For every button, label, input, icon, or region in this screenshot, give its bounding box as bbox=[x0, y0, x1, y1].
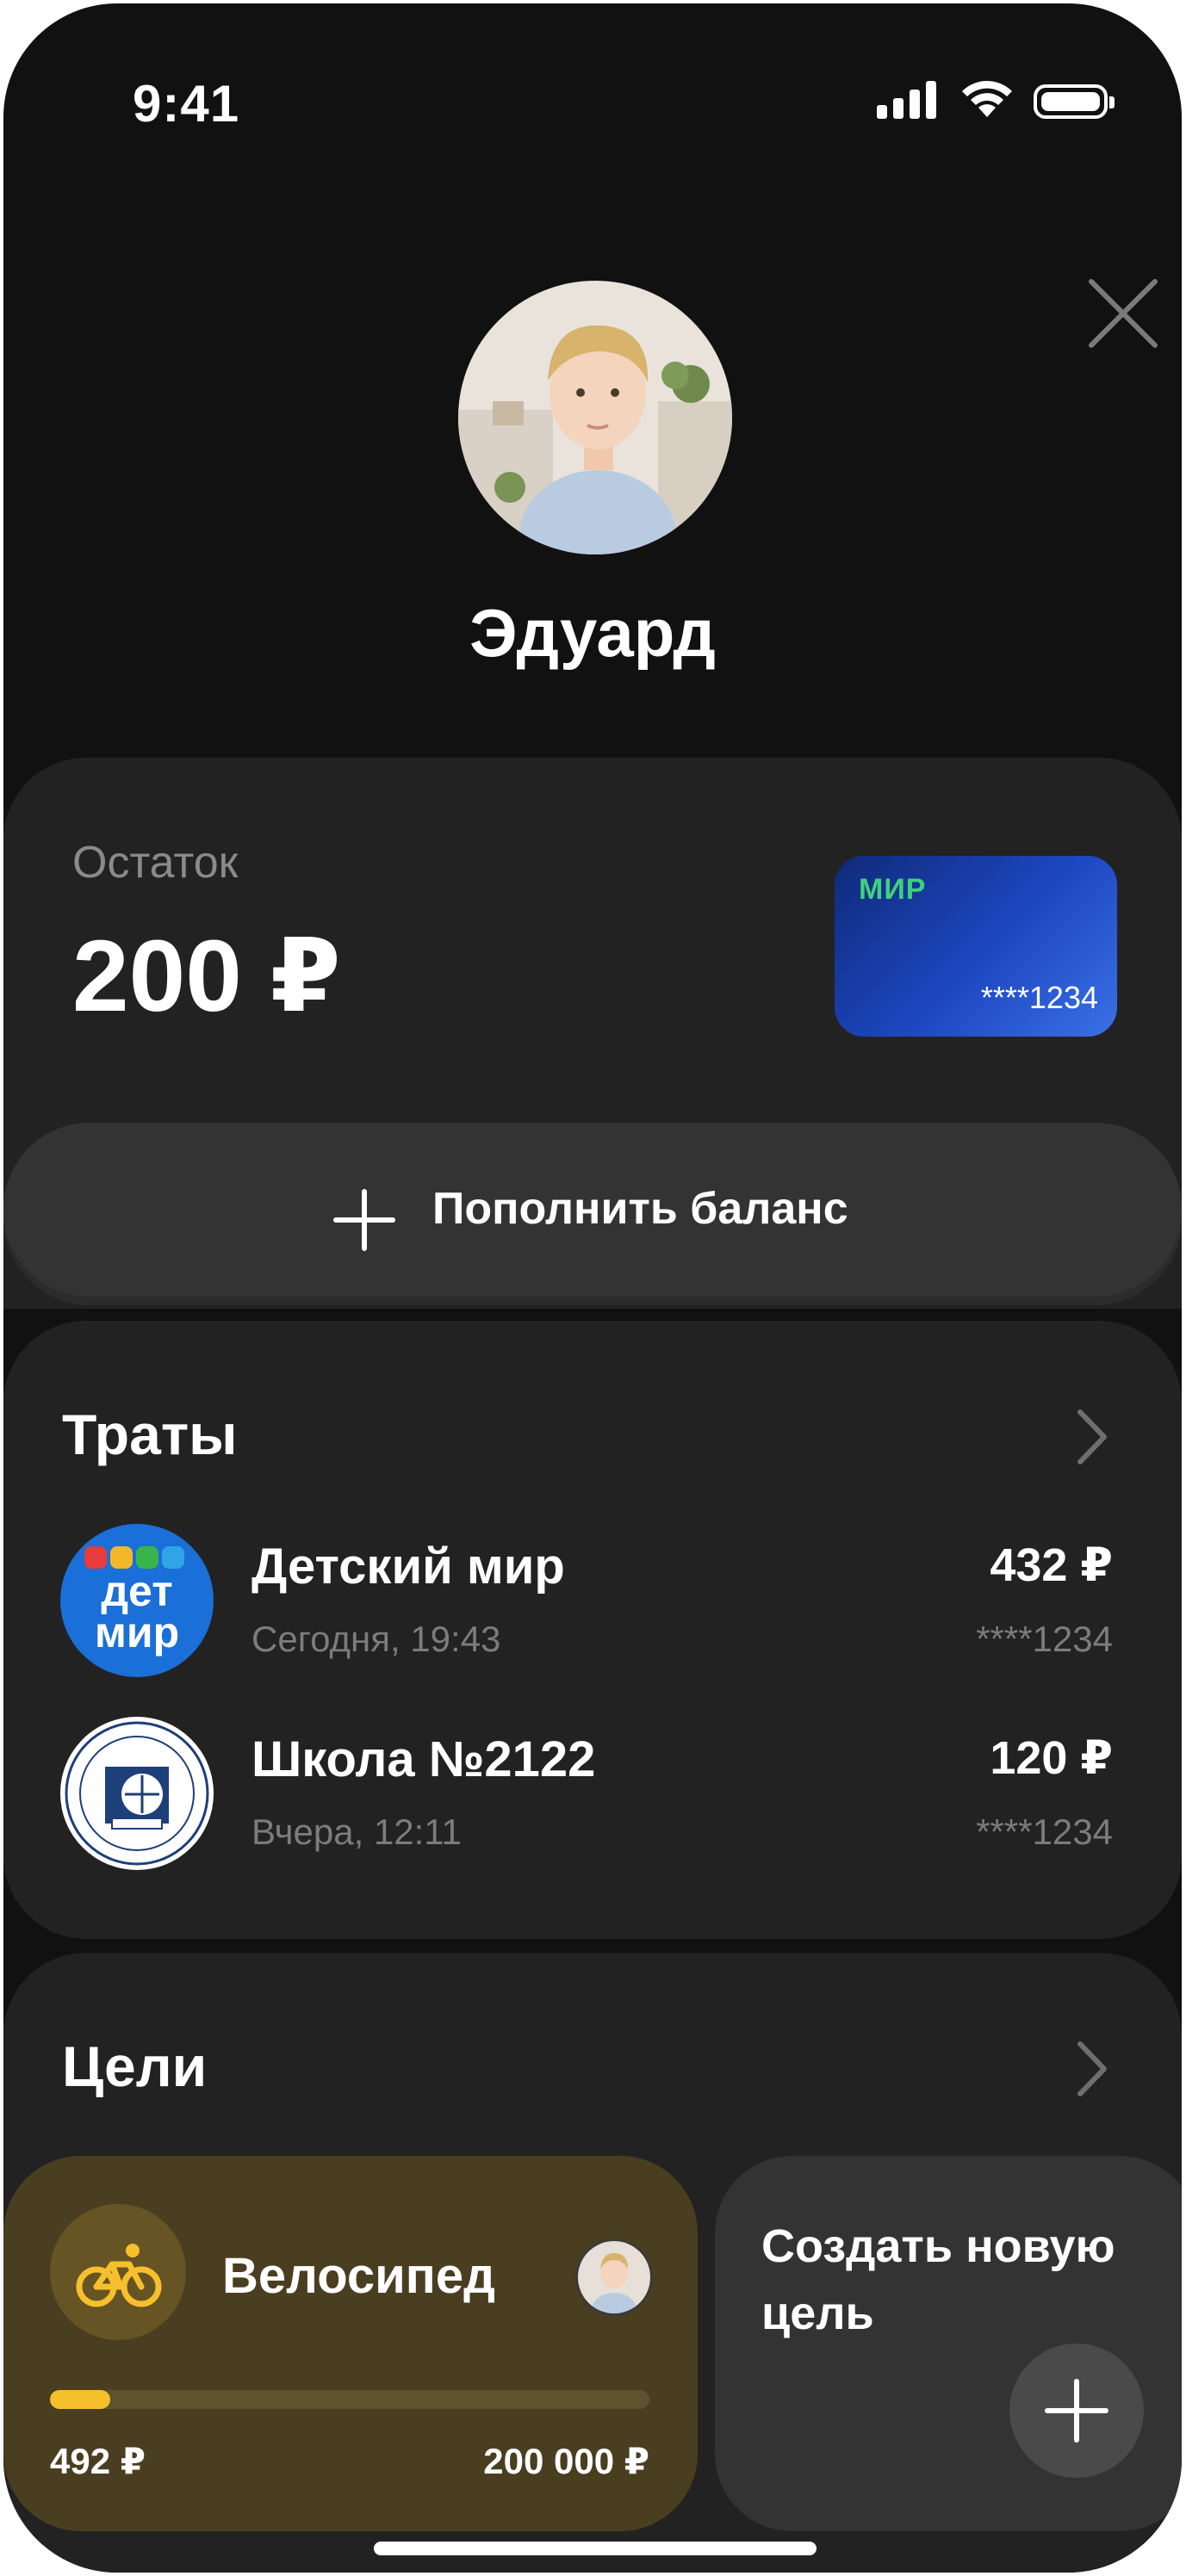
cellular-signal-icon bbox=[877, 81, 936, 119]
transaction-date: Вчера, 12:11 bbox=[251, 1811, 462, 1852]
balance-value: 200 ₽ bbox=[72, 920, 341, 1033]
home-indicator[interactable] bbox=[374, 2542, 817, 2555]
create-goal-label: Создать новую цель bbox=[761, 2220, 1115, 2339]
plus-icon bbox=[1045, 2379, 1108, 2443]
card-brand-logo: МИР bbox=[859, 873, 927, 906]
transaction-title[interactable]: Школа №2122 bbox=[251, 1731, 595, 1788]
battery-icon bbox=[1034, 84, 1115, 119]
avatar bbox=[458, 281, 732, 554]
school-emblem-icon bbox=[60, 1717, 214, 1870]
close-icon[interactable] bbox=[1084, 275, 1162, 352]
transaction-title[interactable]: Детский мир bbox=[251, 1538, 565, 1595]
goal-current-amount: 492 ₽ bbox=[50, 2441, 146, 2481]
transaction-date: Сегодня, 19:43 bbox=[251, 1619, 501, 1659]
transaction-amount: 120 ₽ bbox=[990, 1732, 1113, 1784]
goals-title[interactable]: Цели bbox=[62, 2034, 207, 2099]
goal-owner-avatar bbox=[575, 2239, 653, 2316]
goal-progress-bar bbox=[50, 2390, 649, 2409]
chevron-right-icon[interactable] bbox=[1073, 2039, 1111, 2099]
child-name: Эдуард bbox=[469, 595, 716, 671]
detskiy-mir-logo: дет мир bbox=[60, 1524, 214, 1677]
balance-label: Остаток bbox=[72, 838, 239, 888]
logo-text-top: дет bbox=[101, 1567, 173, 1615]
goal-target-amount: 200 000 ₽ bbox=[483, 2441, 649, 2481]
logo-text-bottom: мир bbox=[94, 1608, 180, 1656]
status-bar: 9:41 bbox=[3, 3, 1182, 176]
transaction-card: ****1234 bbox=[976, 1811, 1113, 1852]
goal-title: Велосипед bbox=[222, 2248, 495, 2304]
goal-progress-fill bbox=[50, 2390, 110, 2409]
create-goal-button[interactable] bbox=[1009, 2344, 1144, 2478]
transaction-amount: 432 ₽ bbox=[990, 1539, 1113, 1591]
bank-card[interactable]: МИР ****1234 bbox=[835, 856, 1117, 1037]
transaction-card: ****1234 bbox=[976, 1619, 1113, 1659]
spending-title[interactable]: Траты bbox=[62, 1402, 238, 1467]
bicycle-icon bbox=[50, 2204, 186, 2340]
plus-icon bbox=[333, 1189, 395, 1251]
wifi-icon bbox=[962, 80, 1012, 117]
card-number: ****1234 bbox=[980, 980, 1098, 1015]
chevron-right-icon[interactable] bbox=[1073, 1407, 1111, 1467]
phone-frame: 9:41 Эдуард Остаток 200 ₽ МИР ****1234 П… bbox=[0, 0, 1186, 2576]
topup-label: Пополнить баланс bbox=[432, 1184, 848, 1234]
screen: 9:41 Эдуард Остаток 200 ₽ МИР ****1234 П… bbox=[3, 3, 1182, 2573]
status-time: 9:41 bbox=[133, 75, 240, 133]
